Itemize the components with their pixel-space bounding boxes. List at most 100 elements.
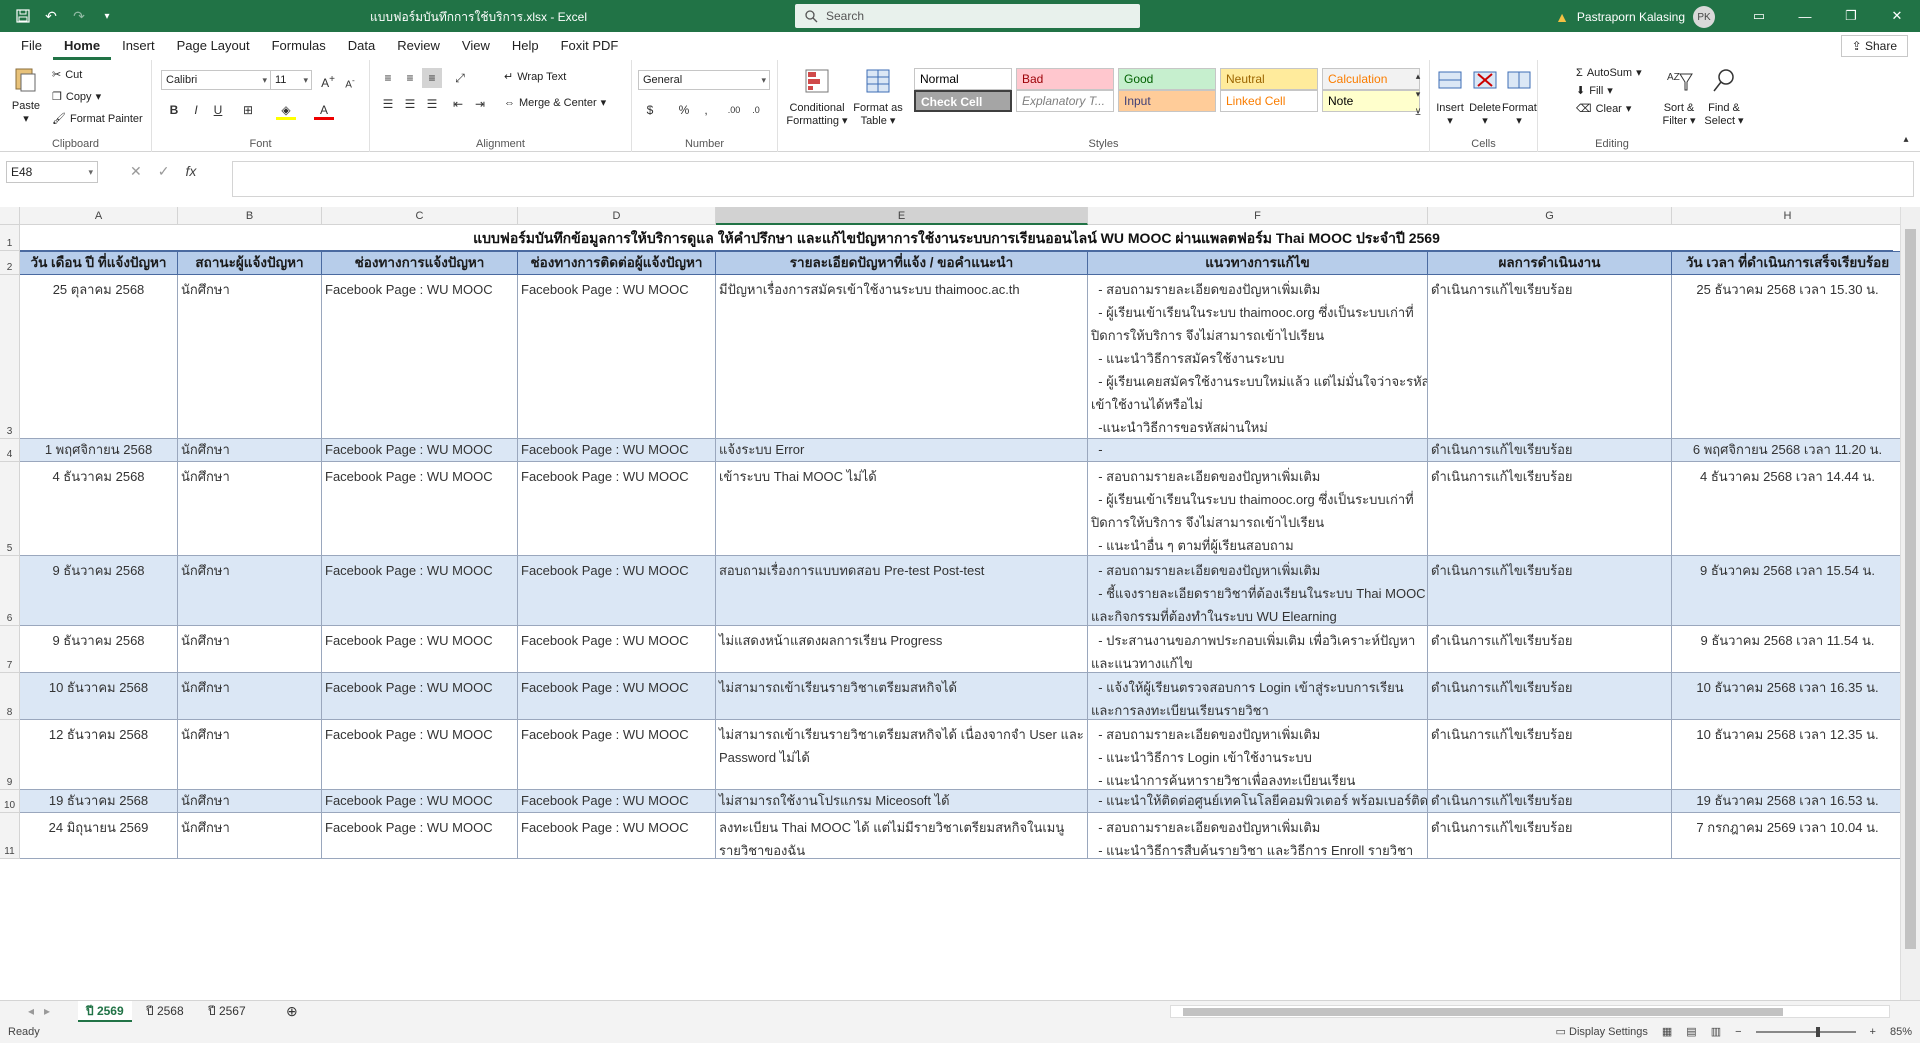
spreadsheet-grid[interactable]: แบบฟอร์มบันทึกข้อมูลการให้บริการดูแล ให้… xyxy=(0,207,1900,1000)
name-box[interactable]: E48 xyxy=(6,161,98,183)
conditional-formatting-button[interactable]: Conditional Formatting ▾ xyxy=(786,66,848,128)
tab-data[interactable]: Data xyxy=(337,32,386,60)
avatar[interactable]: PK xyxy=(1693,6,1715,28)
format-as-table-button[interactable]: Format as Table ▾ xyxy=(852,66,904,128)
column-header-f[interactable]: F xyxy=(1088,207,1428,225)
table-cell-contact[interactable]: Facebook Page : WU MOOC xyxy=(518,673,716,720)
font-color-icon[interactable]: A xyxy=(314,100,334,120)
table-cell-detail[interactable]: ไม่สามารถเข้าเรียนรายวิชาเตรียมสหกิจได้ xyxy=(716,673,1088,720)
tab-file[interactable]: File xyxy=(10,32,53,60)
collapse-ribbon-icon[interactable]: ▴ xyxy=(1896,130,1916,150)
tab-formulas[interactable]: Formulas xyxy=(261,32,337,60)
restore-icon[interactable]: ❐ xyxy=(1828,0,1874,32)
table-cell-contact[interactable]: Facebook Page : WU MOOC xyxy=(518,462,716,556)
table-cell-status[interactable]: นักศึกษา xyxy=(178,813,322,859)
table-cell-solution[interactable]: - สอบถามรายละเอียดของปัญหาเพิ่มเติม - ผู… xyxy=(1088,462,1428,556)
underline-icon[interactable]: U xyxy=(208,100,228,120)
column-header-d[interactable]: D xyxy=(518,207,716,225)
cell-style-good[interactable]: Good xyxy=(1118,68,1216,90)
wrap-text-button[interactable]: ↵ Wrap Text xyxy=(504,70,566,84)
table-cell-status[interactable]: นักศึกษา xyxy=(178,720,322,790)
ribbon-display-icon[interactable]: ▭ xyxy=(1736,0,1782,32)
table-cell-done[interactable]: 4 ธันวาคม 2568 เวลา 14.44 น. xyxy=(1672,462,1900,556)
row-header[interactable]: 2 xyxy=(0,251,20,275)
table-cell-done[interactable]: 9 ธันวาคม 2568 เวลา 15.54 น. xyxy=(1672,556,1900,626)
table-cell-detail[interactable]: ลงทะเบียน Thai MOOC ได้ แต่ไม่มีรายวิชาเ… xyxy=(716,813,1088,859)
column-header-a[interactable]: A xyxy=(20,207,178,225)
formula-input[interactable] xyxy=(232,161,1914,197)
zoom-in-icon[interactable]: + xyxy=(1870,1026,1876,1038)
decrease-font-icon[interactable]: A- xyxy=(340,70,360,90)
table-cell-result[interactable]: ดำเนินการแก้ไขเรียบร้อย xyxy=(1428,673,1672,720)
table-cell-channel[interactable]: Facebook Page : WU MOOC xyxy=(322,720,518,790)
table-cell-date[interactable]: 12 ธันวาคม 2568 xyxy=(20,720,178,790)
column-header-e[interactable]: E xyxy=(716,207,1088,225)
tab-page-layout[interactable]: Page Layout xyxy=(166,32,261,60)
zoom-slider-thumb[interactable] xyxy=(1815,1026,1820,1037)
currency-icon[interactable]: $ xyxy=(640,100,660,120)
table-cell-done[interactable]: 7 กรกฎาคม 2569 เวลา 10.04 น. xyxy=(1672,813,1900,859)
font-size-select[interactable]: 11 xyxy=(270,70,312,90)
table-header-cell[interactable]: วัน เดือน ปี ที่แจ้งปัญหา xyxy=(20,251,178,275)
italic-icon[interactable]: I xyxy=(186,100,206,120)
table-cell-status[interactable]: นักศึกษา xyxy=(178,462,322,556)
table-cell-date[interactable]: 4 ธันวาคม 2568 xyxy=(20,462,178,556)
align-right-icon[interactable]: ☰ xyxy=(422,94,442,114)
table-cell-channel[interactable]: Facebook Page : WU MOOC xyxy=(322,275,518,439)
copy-button[interactable]: ❐ Copy ▾ xyxy=(52,90,101,104)
table-cell-contact[interactable]: Facebook Page : WU MOOC xyxy=(518,439,716,462)
cell-style-bad[interactable]: Bad xyxy=(1016,68,1114,90)
table-cell-contact[interactable]: Facebook Page : WU MOOC xyxy=(518,275,716,439)
increase-decimal-icon[interactable]: .00 xyxy=(724,100,744,120)
table-cell-result[interactable]: ดำเนินการแก้ไขเรียบร้อย xyxy=(1428,720,1672,790)
autosum-button[interactable]: Σ AutoSum ▾ xyxy=(1576,66,1642,80)
table-cell-contact[interactable]: Facebook Page : WU MOOC xyxy=(518,790,716,813)
cell-style-calculation[interactable]: Calculation xyxy=(1322,68,1420,90)
table-cell-result[interactable]: ดำเนินการแก้ไขเรียบร้อย xyxy=(1428,813,1672,859)
table-header-cell[interactable]: รายละเอียดปัญหาที่แจ้ง / ขอคำแนะนำ xyxy=(716,251,1088,275)
table-cell-solution[interactable]: - สอบถามรายละเอียดของปัญหาเพิ่มเติม - ชี… xyxy=(1088,556,1428,626)
table-cell-result[interactable]: ดำเนินการแก้ไขเรียบร้อย xyxy=(1428,790,1672,813)
vertical-scrollbar[interactable] xyxy=(1900,207,1920,1003)
tab-view[interactable]: View xyxy=(451,32,501,60)
table-cell-status[interactable]: นักศึกษา xyxy=(178,275,322,439)
table-cell-result[interactable]: ดำเนินการแก้ไขเรียบร้อย xyxy=(1428,462,1672,556)
table-cell-solution[interactable]: - แนะนำให้ติดต่อศูนย์เทคโนโลยีคอมพิวเตอร… xyxy=(1088,790,1428,813)
row-header[interactable]: 5 xyxy=(0,462,20,556)
table-cell-detail[interactable]: ไม่สามารถใช้งานโปรแกรม Miceosoft ได้ xyxy=(716,790,1088,813)
zoom-out-icon[interactable]: − xyxy=(1735,1026,1741,1038)
table-cell-contact[interactable]: Facebook Page : WU MOOC xyxy=(518,720,716,790)
warning-icon[interactable]: ▲ xyxy=(1555,9,1569,25)
table-header-cell[interactable]: ผลการดำเนินงาน xyxy=(1428,251,1672,275)
table-cell-contact[interactable]: Facebook Page : WU MOOC xyxy=(518,813,716,859)
table-cell-solution[interactable]: - สอบถามรายละเอียดของปัญหาเพิ่มเติม - ผู… xyxy=(1088,275,1428,439)
delete-cells-button[interactable]: Delete ▾ xyxy=(1468,66,1502,128)
sheet-tab-2567[interactable]: ปี 2567 xyxy=(200,1001,254,1022)
tab-help[interactable]: Help xyxy=(501,32,550,60)
table-header-cell[interactable]: แนวทางการแก้ไข xyxy=(1088,251,1428,275)
merge-center-button[interactable]: ⇔ Merge & Center ▾ xyxy=(504,96,606,110)
gallery-more-icon[interactable]: ⊻ xyxy=(1408,102,1428,122)
table-cell-date[interactable]: 9 ธันวาคม 2568 xyxy=(20,626,178,673)
page-layout-view-icon[interactable]: ▤ xyxy=(1686,1025,1696,1038)
cut-button[interactable]: ✂ Cut xyxy=(52,68,82,82)
table-header-cell[interactable]: ช่องทางการแจ้งปัญหา xyxy=(322,251,518,275)
table-cell-done[interactable]: 6 พฤศจิกายน 2568 เวลา 11.20 น. xyxy=(1672,439,1900,462)
tab-foxit-pdf[interactable]: Foxit PDF xyxy=(550,32,630,60)
next-sheet-icon[interactable]: ▸ xyxy=(36,1001,58,1022)
cell-style-linked-cell[interactable]: Linked Cell xyxy=(1220,90,1318,112)
table-cell-solution[interactable]: - แจ้งให้ผู้เรียนตรวจสอบการ Login เข้าสู… xyxy=(1088,673,1428,720)
table-cell-result[interactable]: ดำเนินการแก้ไขเรียบร้อย xyxy=(1428,439,1672,462)
table-cell-detail[interactable]: แจ้งระบบ Error xyxy=(716,439,1088,462)
align-bottom-icon[interactable]: ≡ xyxy=(422,68,442,88)
paste-button[interactable]: Paste ▾ xyxy=(8,64,44,126)
row-header[interactable]: 3 xyxy=(0,275,20,439)
table-cell-solution[interactable]: - สอบถามรายละเอียดของปัญหาเพิ่มเติม - แน… xyxy=(1088,813,1428,859)
cell-style-explanatory-t[interactable]: Explanatory T... xyxy=(1016,90,1114,112)
table-cell-status[interactable]: นักศึกษา xyxy=(178,673,322,720)
clear-button[interactable]: ⌫ Clear ▾ xyxy=(1576,102,1631,116)
column-header-h[interactable]: H xyxy=(1672,207,1900,225)
redo-icon[interactable]: ↷ xyxy=(70,7,88,25)
row-header[interactable]: 11 xyxy=(0,813,20,859)
table-cell-detail[interactable]: มีปัญหาเรื่องการสมัครเข้าใช้งานระบบ thai… xyxy=(716,275,1088,439)
